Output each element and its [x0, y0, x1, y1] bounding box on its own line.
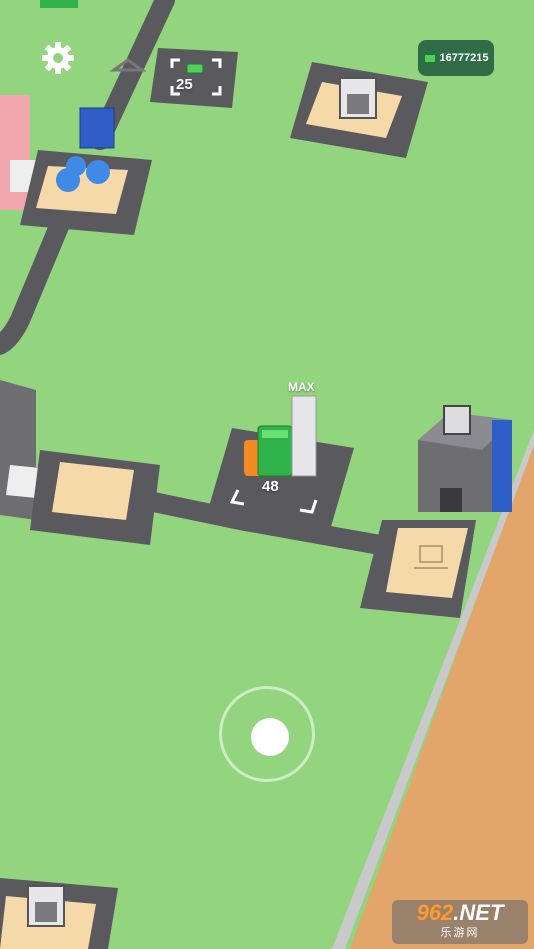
green-crates-top [40, 0, 78, 8]
upgrade-pad-base [150, 48, 238, 108]
laptop-factory-door [440, 488, 462, 512]
gear-icon [42, 42, 74, 74]
trash-bin-icon [339, 77, 377, 119]
site-watermark: 962.NET 乐游网 [392, 900, 528, 944]
trash-bin-bottom-icon [27, 885, 65, 927]
joystick-knob[interactable] [251, 718, 289, 756]
unlock-pad-cost: 48 [262, 478, 279, 495]
money-value: 16777215 [439, 52, 489, 64]
money-counter: 16777215 [418, 40, 494, 76]
settings-button[interactable] [40, 40, 76, 76]
upgrade-pad-cash-icon [186, 63, 204, 74]
stack-max-label: MAX [288, 380, 315, 394]
factory-top-left-base [0, 95, 30, 210]
watermark-suffix: .NET [453, 900, 504, 925]
factory-middle-left [0, 380, 36, 520]
upgrade-pad-cost: 25 [176, 76, 193, 93]
cash-stack [257, 425, 293, 477]
max-stack-tower [291, 395, 317, 477]
watermark-subtitle: 乐游网 [440, 927, 480, 939]
pad-middle-left-floor [52, 462, 134, 520]
watermark-number: 962 [416, 900, 454, 925]
virtual-joystick[interactable] [219, 686, 315, 782]
game-world [0, 0, 534, 949]
watermark-logo: 962.NET [392, 900, 528, 926]
laptop-factory-side-blue [492, 420, 512, 512]
laptop-roof-icon [443, 405, 471, 435]
cash-icon [423, 53, 436, 63]
